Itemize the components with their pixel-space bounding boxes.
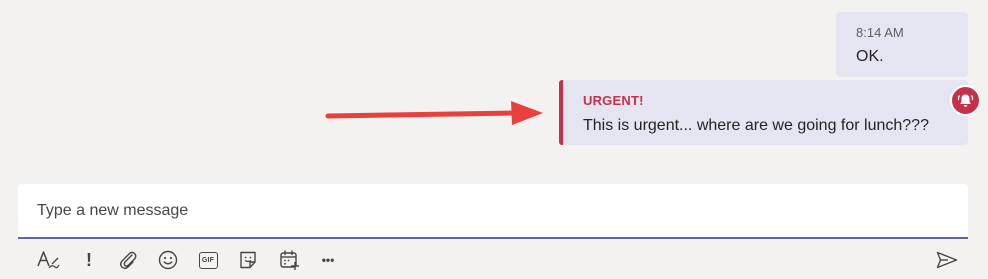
attach-icon[interactable] [114, 246, 142, 274]
important-glyph: ! [86, 250, 92, 270]
sticker-icon[interactable] [234, 246, 262, 274]
urgent-message-bubble[interactable]: URGENT! This is urgent... where are we g… [559, 80, 968, 145]
send-icon[interactable] [933, 246, 961, 274]
important-icon[interactable]: ! [75, 246, 103, 274]
annotation-arrow [325, 101, 543, 125]
emoji-icon[interactable] [154, 246, 182, 274]
message-bubble[interactable]: 8:14 AM OK. [836, 12, 968, 77]
format-icon[interactable] [34, 246, 62, 274]
gif-label: GIF [201, 256, 215, 264]
more-glyph: ••• [321, 253, 335, 267]
schedule-meeting-icon[interactable] [275, 246, 303, 274]
message-text: This is urgent... where are we going for… [583, 117, 929, 134]
urgent-label: URGENT! [583, 93, 644, 108]
message-input[interactable] [18, 184, 968, 237]
bell-ring-icon [950, 85, 981, 116]
compose-box[interactable] [18, 184, 968, 239]
more-options-icon[interactable]: ••• [314, 246, 342, 274]
message-text: OK. [856, 48, 884, 65]
gif-icon[interactable]: GIF [194, 246, 222, 274]
message-timestamp: 8:14 AM [856, 25, 904, 40]
